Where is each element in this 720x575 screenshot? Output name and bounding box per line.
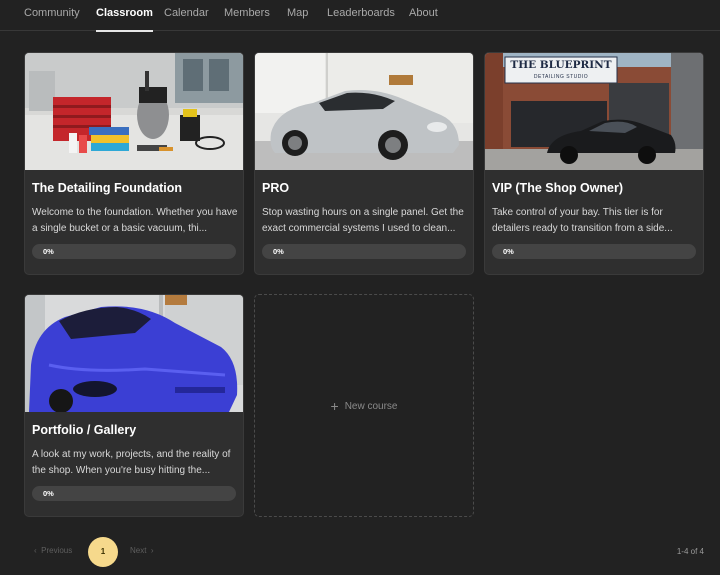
next-label: Next [130, 546, 147, 555]
previous-label: Previous [41, 546, 73, 555]
top-nav: Community Classroom Calendar Members Map… [0, 0, 720, 32]
course-title: Portfolio / Gallery [32, 423, 137, 437]
tab-community[interactable]: Community [24, 0, 80, 31]
tab-about[interactable]: About [409, 0, 438, 31]
plus-icon: + [330, 398, 339, 414]
course-description: Stop wasting hours on a single panel. Ge… [262, 207, 464, 234]
progress-bar: 0% [32, 244, 236, 259]
course-title: PRO [262, 181, 290, 195]
tab-calendar[interactable]: Calendar [164, 0, 209, 31]
tab-members[interactable]: Members [224, 0, 270, 31]
tab-leaderboards[interactable]: Leaderboards [327, 0, 395, 31]
progress-bar: 0% [262, 244, 466, 259]
progress-label: 0% [43, 489, 54, 498]
course-description: Take control of your bay. This tier is f… [492, 207, 673, 234]
progress-bar: 0% [492, 244, 696, 259]
course-title: VIP (The Shop Owner) [492, 181, 624, 195]
result-count: 1-4 of 4 [676, 547, 704, 556]
course-card-detailing-foundation[interactable]: The Detailing Foundation Welcome to the … [24, 52, 244, 275]
course-card-vip-shop-owner[interactable]: THE BLUEPRINT DETAILING STUDIO VIP (The … [484, 52, 704, 275]
chevron-right-icon: › [150, 546, 154, 555]
progress-bar: 0% [32, 486, 236, 501]
new-course-label: New course [344, 401, 398, 412]
progress-label: 0% [273, 247, 284, 256]
tab-map[interactable]: Map [287, 0, 308, 31]
progress-label: 0% [503, 247, 514, 256]
shop-sign-text: THE BLUEPRINT [510, 59, 612, 71]
chevron-left-icon: ‹ [34, 546, 37, 555]
course-thumbnail [25, 295, 243, 412]
course-description: A look at my work, projects, and the rea… [32, 449, 231, 476]
page-1-button[interactable]: 1 [88, 537, 118, 567]
progress-label: 0% [43, 247, 54, 256]
next-page-button[interactable]: Next › [130, 546, 154, 555]
new-course-content: + New course [255, 398, 473, 414]
course-thumbnail: THE BLUEPRINT DETAILING STUDIO [485, 53, 703, 170]
tab-classroom[interactable]: Classroom [96, 0, 153, 32]
course-card-portfolio-gallery[interactable]: Portfolio / Gallery A look at my work, p… [24, 294, 244, 517]
course-thumbnail [255, 53, 473, 170]
new-course-button[interactable]: + New course [254, 294, 474, 517]
course-card-pro[interactable]: PRO Stop wasting hours on a single panel… [254, 52, 474, 275]
course-thumbnail [25, 53, 243, 170]
course-title: The Detailing Foundation [32, 181, 182, 195]
shop-sign-subtext: DETAILING STUDIO [533, 74, 589, 80]
course-description: Welcome to the foundation. Whether you h… [32, 207, 238, 234]
previous-page-button[interactable]: ‹ Previous [34, 546, 72, 555]
